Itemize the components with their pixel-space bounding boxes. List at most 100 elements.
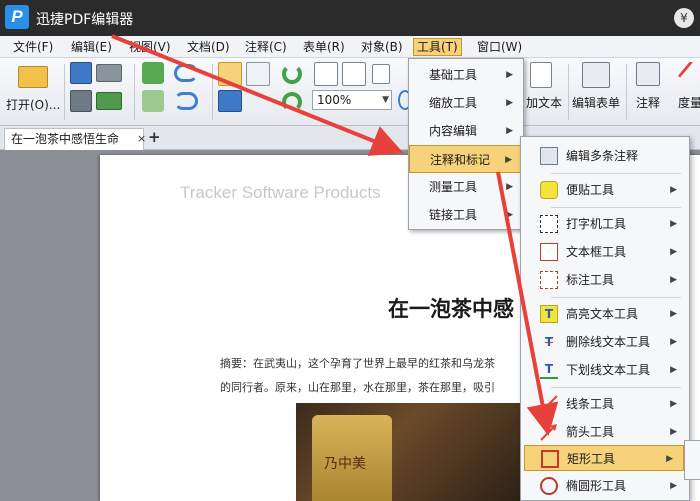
email-icon[interactable] xyxy=(96,92,122,110)
comment-icon xyxy=(636,62,660,86)
document-photo: 乃中美 xyxy=(296,403,524,501)
tools-menu: 基础工具 ▶ 缩放工具 ▶ 内容编辑 ▶ 注释和标记 ▶ 测量工具 ▶ 链接工具 ▶ xyxy=(408,58,524,230)
toolbar-separator xyxy=(134,64,135,120)
zoom-value: 100% xyxy=(317,93,352,107)
toolbar-separator xyxy=(568,64,569,120)
menu-separator xyxy=(551,207,681,208)
abstract-line-2: 的同行者。原来，山在那里，水在那里，茶在那里，吸引 xyxy=(220,381,495,394)
chevron-right-icon: ▶ xyxy=(670,481,677,491)
submenu-typewriter[interactable]: 打字机工具 ▶ xyxy=(521,211,687,237)
measure-button[interactable]: 度量 xyxy=(674,62,700,124)
ellipse-icon xyxy=(540,477,558,495)
typewriter-icon xyxy=(540,215,558,233)
chevron-right-icon: ▶ xyxy=(670,275,677,285)
tools-menu-basic[interactable]: 基础工具 ▶ xyxy=(409,61,523,89)
document-tab[interactable]: 在一泡茶中感悟生命 × xyxy=(4,128,146,150)
menu-document[interactable]: 文档(D) xyxy=(184,38,233,56)
rotate-icon[interactable] xyxy=(282,64,302,84)
select-text-icon[interactable] xyxy=(246,62,270,86)
tools-menu-measure[interactable]: 测量工具 ▶ xyxy=(409,173,523,201)
submenu-textbox[interactable]: 文本框工具 ▶ xyxy=(521,239,687,265)
textbox-icon xyxy=(540,243,558,261)
menu-form[interactable]: 表单(R) xyxy=(300,38,348,56)
menu-file[interactable]: 文件(F) xyxy=(10,38,56,56)
submenu-underline[interactable]: T 下划线文本工具 ▶ xyxy=(521,357,687,383)
close-icon[interactable]: × xyxy=(137,129,146,149)
annotate-button[interactable]: 注释 xyxy=(630,62,668,124)
document-tab-title: 在一泡茶中感悟生命 xyxy=(11,132,120,146)
print-icon[interactable] xyxy=(96,64,122,82)
save-icon[interactable] xyxy=(70,62,92,84)
line-icon xyxy=(540,395,558,413)
app-logo-icon: P xyxy=(5,5,29,29)
menu-separator xyxy=(551,297,681,298)
edit-form-label: 编辑表单 xyxy=(572,96,621,110)
redo-icon[interactable] xyxy=(174,92,198,110)
chevron-right-icon: ▶ xyxy=(505,155,512,165)
menu-bar: 文件(F) 编辑(E) 视图(V) 文档(D) 注释(C) 表单(R) 对象(B… xyxy=(0,36,700,58)
tea-can-label: 乃中美 xyxy=(324,456,366,472)
annotation-submenu: 编辑多条注释 便贴工具 ▶ 打字机工具 ▶ 文本框工具 ▶ 标注工具 ▶ T 高亮文本工… xyxy=(520,136,690,501)
submenu-ellipse[interactable]: 椭圆形工具 ▶ xyxy=(521,473,687,499)
chevron-right-icon: ▶ xyxy=(670,309,677,319)
menu-separator xyxy=(551,173,681,174)
snapshot-icon[interactable] xyxy=(218,90,242,112)
title-bar: P 迅捷PDF编辑器 ¥ xyxy=(0,0,700,36)
menu-comment[interactable]: 注释(C) xyxy=(242,38,290,56)
tea-can: 乃中美 xyxy=(312,415,392,501)
hand-tool-icon[interactable] xyxy=(218,62,242,86)
submenu-line[interactable]: 线条工具 ▶ xyxy=(521,391,687,417)
tools-menu-annotation-markup[interactable]: 注释和标记 ▶ xyxy=(409,145,523,173)
menu-view[interactable]: 视图(V) xyxy=(126,38,174,56)
menu-edit[interactable]: 编辑(E) xyxy=(68,38,115,56)
watermark: Tracker Software Products xyxy=(180,183,381,202)
chevron-right-icon: ▶ xyxy=(670,337,677,347)
arrow-icon xyxy=(540,423,558,441)
add-text-label: 加文本 xyxy=(526,96,563,110)
fit-page-icon[interactable] xyxy=(342,62,366,86)
tools-menu-zoom[interactable]: 缩放工具 ▶ xyxy=(409,89,523,117)
zoom-select[interactable]: 100% ▼ xyxy=(312,90,392,110)
chevron-right-icon: ▶ xyxy=(670,365,677,375)
ribbon-toolbar: 打开(O)... 100% ▼ 加文本 编辑表单 注释 度量 xyxy=(0,58,700,126)
menu-tools[interactable]: 工具(T) xyxy=(413,38,462,56)
submenu-callout[interactable]: 标注工具 ▶ xyxy=(521,267,687,293)
actual-size-icon[interactable] xyxy=(314,62,338,86)
tools-menu-content-edit[interactable]: 内容编辑 ▶ xyxy=(409,117,523,145)
fit-width-icon[interactable] xyxy=(372,64,390,84)
purchase-button[interactable]: ¥ xyxy=(674,8,694,28)
app-title: 迅捷PDF编辑器 xyxy=(36,12,134,28)
menu-window[interactable]: 窗口(W) xyxy=(474,38,525,56)
form-icon xyxy=(582,62,610,88)
submenu-rectangle[interactable]: 矩形工具 ▶ xyxy=(524,445,684,471)
add-text-button[interactable]: 加文本 xyxy=(522,62,570,124)
scan-icon[interactable] xyxy=(70,90,92,112)
sticky-note-icon xyxy=(540,181,558,199)
export-icon[interactable] xyxy=(142,90,164,112)
folder-icon xyxy=(18,66,48,88)
rotate-back-icon[interactable] xyxy=(282,92,302,112)
edit-form-button[interactable]: 编辑表单 xyxy=(572,62,624,124)
rectangle-submenu-peek xyxy=(684,440,700,480)
submenu-arrow[interactable]: 箭头工具 ▶ xyxy=(521,419,687,445)
toolbar-separator xyxy=(626,64,627,120)
edit-annotations-icon xyxy=(540,147,558,165)
callout-icon xyxy=(540,271,558,289)
abstract-line-1: 摘要：在武夷山，这个孕育了世界上最早的红茶和乌龙茶 xyxy=(220,357,495,370)
submenu-edit-annotations[interactable]: 编辑多条注释 xyxy=(521,143,687,169)
chevron-right-icon: ▶ xyxy=(506,126,513,136)
open-button[interactable]: 打开(O)... xyxy=(4,62,62,124)
rectangle-icon xyxy=(541,450,559,468)
document-heading: 在一泡茶中感 xyxy=(388,297,514,321)
tools-menu-link[interactable]: 链接工具 ▶ xyxy=(409,201,523,229)
strikeout-icon: T xyxy=(544,335,554,349)
undo-icon[interactable] xyxy=(174,64,198,82)
submenu-highlight[interactable]: T 高亮文本工具 ▶ xyxy=(521,301,687,327)
import-icon[interactable] xyxy=(142,62,164,84)
underline-icon: T xyxy=(540,361,558,379)
submenu-sticky-note[interactable]: 便贴工具 ▶ xyxy=(521,177,687,203)
highlight-icon: T xyxy=(540,305,558,323)
add-tab-icon[interactable]: + xyxy=(148,130,162,145)
menu-object[interactable]: 对象(B) xyxy=(358,38,406,56)
submenu-strikeout[interactable]: T 删除线文本工具 ▶ xyxy=(521,329,687,355)
